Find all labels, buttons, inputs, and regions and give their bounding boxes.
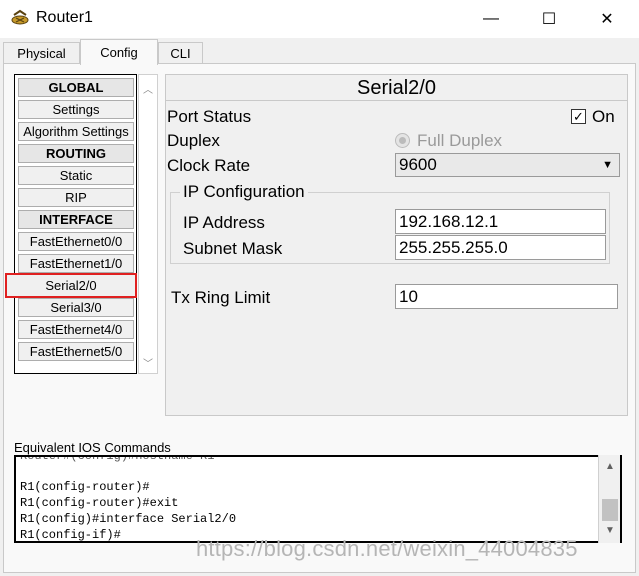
router-icon: [11, 9, 29, 25]
full-duplex-radio[interactable]: [395, 133, 410, 148]
window-title: Router1: [36, 9, 93, 26]
sidebar-item-serial3-0[interactable]: Serial3/0: [18, 298, 134, 317]
ios-line: Router#(config)#hostname R1: [20, 455, 215, 463]
ip-configuration-label: IP Configuration: [180, 182, 308, 202]
ios-commands-console[interactable]: Router#(config)#hostname R1 R1(config-ro…: [14, 455, 622, 543]
close-button[interactable]: ✕: [584, 0, 630, 38]
minimize-icon: —: [483, 10, 499, 27]
maximize-button[interactable]: ☐: [526, 0, 572, 38]
sidebar-item-serial2-0[interactable]: Serial2/0: [5, 273, 137, 298]
scroll-down-icon[interactable]: ﹀: [139, 355, 157, 370]
tab-bar: Physical Config CLI: [0, 38, 639, 65]
port-status-label: Port Status: [167, 107, 252, 126]
ip-address-label: IP Address: [183, 213, 265, 232]
sidebar-item-algorithm-settings[interactable]: Algorithm Settings: [18, 122, 134, 141]
sidebar-item-fastethernet4-0[interactable]: FastEthernet4/0: [18, 320, 134, 339]
maximize-icon: ☐: [541, 11, 557, 28]
sidebar-header-routing: ROUTING: [18, 144, 134, 163]
subnet-mask-field[interactable]: 255.255.255.0: [395, 235, 606, 260]
clock-rate-label: Clock Rate: [167, 156, 251, 175]
scroll-up-icon[interactable]: ︿: [139, 81, 157, 96]
scrollbar-thumb[interactable]: [602, 499, 618, 521]
ios-line: R1(config-router)#exit: [20, 496, 179, 510]
subnet-mask-label: Subnet Mask: [183, 239, 283, 258]
ios-line: R1(config-if)#: [20, 528, 121, 542]
interface-panel: Serial2/0 Port Status ✓ On Duplex Full D…: [165, 74, 628, 416]
tab-physical[interactable]: Physical: [3, 42, 80, 64]
ios-scrollbar[interactable]: ▲ ▼: [598, 455, 620, 543]
ios-line: R1(config-router)#: [20, 480, 150, 494]
clock-rate-select[interactable]: 9600 ▼: [395, 153, 620, 177]
sidebar-item-settings[interactable]: Settings: [18, 100, 134, 119]
sidebar-header-interface: INTERFACE: [18, 210, 134, 229]
ip-address-field[interactable]: 192.168.12.1: [395, 209, 606, 234]
watermark-text: https://blog.csdn.net/weixin_44004835: [196, 536, 578, 561]
duplex-label: Duplex: [167, 131, 220, 150]
tx-ring-limit-field[interactable]: 10: [395, 284, 618, 309]
sidebar-item-fastethernet0-0[interactable]: FastEthernet0/0: [18, 232, 134, 251]
interface-title: Serial2/0: [166, 75, 627, 101]
sidebar-header-global: GLOBAL: [18, 78, 134, 97]
minimize-button[interactable]: —: [468, 0, 514, 38]
full-duplex-label: Full Duplex: [417, 131, 503, 150]
ios-commands-label: Equivalent IOS Commands: [14, 440, 171, 455]
sidebar-scrollbar[interactable]: ︿ ﹀: [138, 74, 158, 374]
port-status-checkbox[interactable]: ✓: [571, 109, 586, 124]
port-status-on-label: On: [592, 107, 615, 126]
config-sidebar: GLOBAL Settings Algorithm Settings ROUTI…: [5, 74, 137, 374]
sidebar-item-fastethernet1-0[interactable]: FastEthernet1/0: [18, 254, 134, 273]
scroll-down-icon[interactable]: ▼: [599, 525, 621, 536]
sidebar-item-static[interactable]: Static: [18, 166, 134, 185]
tab-cli[interactable]: CLI: [158, 42, 203, 64]
chevron-down-icon: ▼: [602, 159, 613, 171]
sidebar-item-rip[interactable]: RIP: [18, 188, 134, 207]
tx-ring-limit-label: Tx Ring Limit: [171, 288, 271, 307]
sidebar-item-fastethernet5-0[interactable]: FastEthernet5/0: [18, 342, 134, 361]
close-icon: ✕: [600, 11, 614, 28]
title-bar: Router1 — ☐ ✕: [0, 0, 639, 38]
ios-line: R1(config)#interface Serial2/0: [20, 512, 237, 526]
tab-config[interactable]: Config: [80, 39, 158, 65]
scroll-up-icon[interactable]: ▲: [599, 461, 621, 472]
